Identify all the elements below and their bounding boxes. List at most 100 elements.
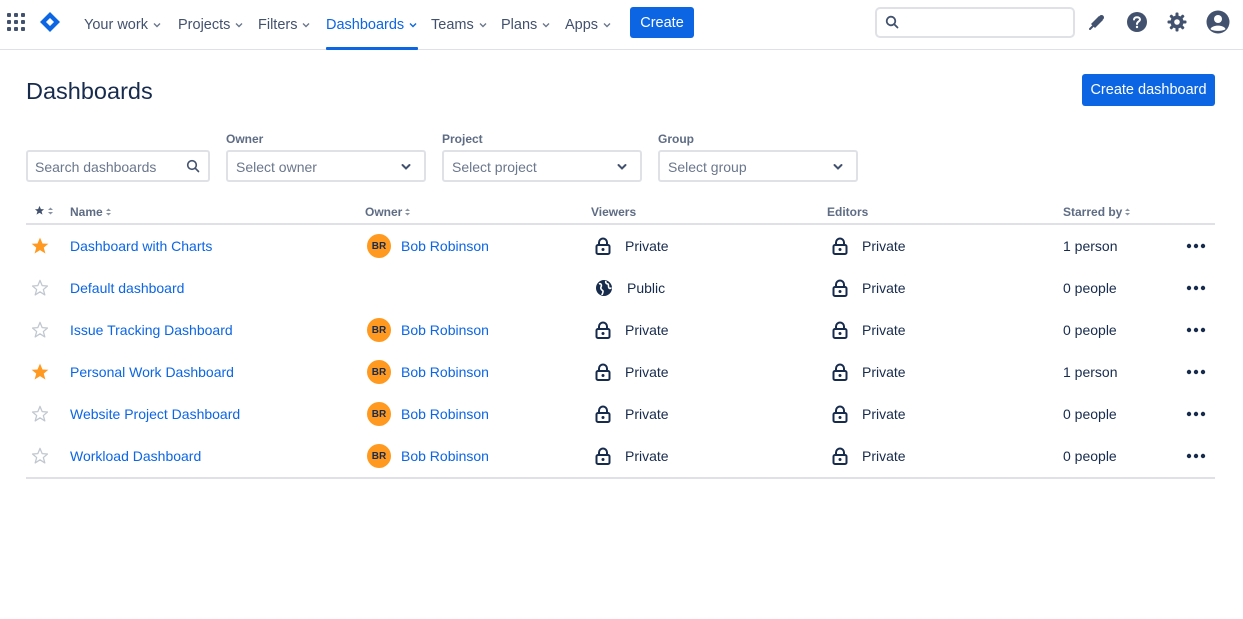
chevron-down-icon bbox=[409, 23, 417, 28]
owner-cell[interactable]: BR Bob Robinson bbox=[367, 225, 489, 267]
viewers-value: Private bbox=[625, 448, 669, 464]
owner-cell[interactable]: BR Bob Robinson bbox=[367, 309, 489, 351]
nav-plans[interactable]: Plans bbox=[501, 0, 551, 50]
more-icon bbox=[1186, 327, 1206, 333]
star-outline-icon bbox=[31, 279, 49, 296]
editors-value: Private bbox=[862, 322, 906, 338]
search-icon bbox=[885, 15, 899, 29]
sort-icon bbox=[105, 208, 111, 216]
group-select[interactable]: Select group bbox=[658, 150, 858, 182]
owner-select[interactable]: Select owner bbox=[226, 150, 426, 182]
lock-icon bbox=[595, 363, 611, 381]
more-icon bbox=[1186, 369, 1206, 375]
dashboard-name-link[interactable]: Default dashboard bbox=[70, 267, 184, 309]
owner-column-header[interactable]: Owner bbox=[365, 205, 411, 219]
dashboard-name-link[interactable]: Issue Tracking Dashboard bbox=[70, 309, 233, 351]
name-column-label: Name bbox=[70, 205, 103, 219]
chevron-down-icon bbox=[401, 164, 411, 170]
lock-icon bbox=[832, 447, 848, 465]
dashboard-name-link[interactable]: Personal Work Dashboard bbox=[70, 351, 234, 393]
more-icon bbox=[1186, 411, 1206, 417]
owner-name: Bob Robinson bbox=[401, 322, 489, 338]
more-actions-button[interactable] bbox=[1186, 393, 1206, 435]
chevron-down-icon bbox=[479, 23, 487, 28]
viewers-cell: Private bbox=[595, 435, 669, 477]
nav-apps[interactable]: Apps bbox=[565, 0, 612, 50]
lock-icon bbox=[832, 279, 848, 297]
settings-icon[interactable] bbox=[1165, 10, 1189, 34]
nav-dashboards[interactable]: Dashboards bbox=[326, 0, 419, 50]
project-select-placeholder: Select project bbox=[452, 159, 537, 175]
owner-cell[interactable]: BR Bob Robinson bbox=[367, 435, 489, 477]
profile-icon[interactable] bbox=[1206, 10, 1230, 34]
notifications-icon[interactable] bbox=[1085, 10, 1109, 34]
starred-by-value: 0 people bbox=[1063, 280, 1117, 296]
chevron-down-icon bbox=[542, 23, 550, 28]
lock-icon bbox=[595, 447, 611, 465]
create-dashboard-button[interactable]: Create dashboard bbox=[1082, 74, 1215, 106]
more-actions-button[interactable] bbox=[1186, 435, 1206, 477]
global-search-input[interactable] bbox=[875, 7, 1075, 38]
editors-value: Private bbox=[862, 406, 906, 422]
editors-cell: Private bbox=[832, 309, 906, 351]
star-toggle[interactable] bbox=[30, 393, 50, 435]
owner-column-label: Owner bbox=[365, 205, 403, 219]
star-toggle[interactable] bbox=[30, 351, 50, 393]
create-button[interactable]: Create bbox=[630, 7, 694, 38]
sort-icon bbox=[1125, 208, 1131, 216]
star-toggle[interactable] bbox=[30, 267, 50, 309]
starred-column-header[interactable] bbox=[34, 205, 54, 216]
more-actions-button[interactable] bbox=[1186, 309, 1206, 351]
group-select-placeholder: Select group bbox=[668, 159, 747, 175]
name-column-header[interactable]: Name bbox=[70, 205, 112, 219]
starred-by-value: 0 people bbox=[1063, 406, 1117, 422]
chevron-down-icon bbox=[235, 23, 243, 28]
nav-filters[interactable]: Filters bbox=[258, 0, 311, 50]
search-dashboards-input[interactable]: Search dashboards bbox=[26, 150, 210, 182]
globe-icon bbox=[596, 280, 612, 296]
nav-teams[interactable]: Teams bbox=[431, 0, 488, 50]
dashboard-name-link[interactable]: Dashboard with Charts bbox=[70, 225, 212, 267]
more-icon bbox=[1186, 285, 1206, 291]
more-actions-button[interactable] bbox=[1186, 267, 1206, 309]
lock-icon bbox=[832, 237, 848, 255]
owner-filter-label: Owner bbox=[226, 132, 264, 146]
star-outline-icon bbox=[31, 447, 49, 464]
owner-cell[interactable]: BR Bob Robinson bbox=[367, 393, 489, 435]
editors-column-header: Editors bbox=[827, 205, 868, 219]
editors-value: Private bbox=[862, 364, 906, 380]
nav-your-work[interactable]: Your work bbox=[84, 0, 162, 50]
dashboard-name-link[interactable]: Website Project Dashboard bbox=[70, 393, 240, 435]
nav-plans-label: Plans bbox=[501, 17, 538, 33]
dashboard-name-link[interactable]: Workload Dashboard bbox=[70, 435, 201, 477]
viewers-cell: Private bbox=[595, 225, 669, 267]
app-switcher-icon[interactable] bbox=[7, 13, 25, 31]
editors-value: Private bbox=[862, 448, 906, 464]
avatar: BR bbox=[367, 360, 391, 384]
owner-cell[interactable]: BR Bob Robinson bbox=[367, 351, 489, 393]
avatar: BR bbox=[367, 444, 391, 468]
table-row: Default dashboard Public Private 0 peopl… bbox=[26, 267, 1215, 309]
starred-by-value: 1 person bbox=[1063, 238, 1118, 254]
jira-logo[interactable] bbox=[39, 11, 61, 33]
project-select[interactable]: Select project bbox=[442, 150, 642, 182]
help-icon[interactable] bbox=[1125, 10, 1149, 34]
starred-by-column-header[interactable]: Starred by bbox=[1063, 205, 1131, 219]
nav-filters-label: Filters bbox=[258, 17, 298, 33]
star-toggle[interactable] bbox=[30, 435, 50, 477]
star-toggle[interactable] bbox=[30, 225, 50, 267]
more-actions-button[interactable] bbox=[1186, 351, 1206, 393]
dashboards-table-body: Dashboard with Charts BR Bob Robinson Pr… bbox=[26, 225, 1215, 477]
nav-projects[interactable]: Projects bbox=[178, 0, 244, 50]
table-header: Name Owner Viewers Editors Starred by bbox=[26, 200, 1215, 225]
table-bottom-divider bbox=[26, 477, 1215, 479]
more-actions-button[interactable] bbox=[1186, 225, 1206, 267]
editors-value: Private bbox=[862, 280, 906, 296]
nav-teams-label: Teams bbox=[431, 17, 474, 33]
viewers-value: Private bbox=[625, 406, 669, 422]
editors-cell: Private bbox=[832, 435, 906, 477]
owner-name: Bob Robinson bbox=[401, 238, 489, 254]
star-toggle[interactable] bbox=[30, 309, 50, 351]
page-title: Dashboards bbox=[26, 78, 153, 104]
nav-apps-label: Apps bbox=[565, 17, 599, 33]
